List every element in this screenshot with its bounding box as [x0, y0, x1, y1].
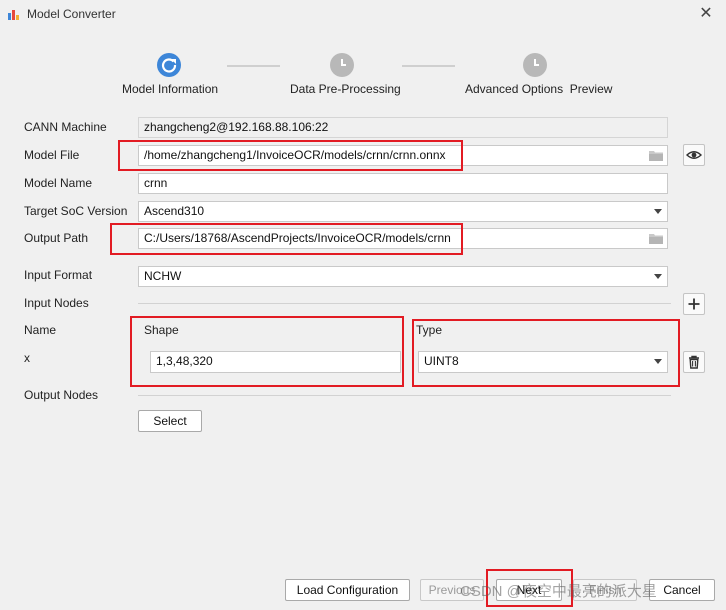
chevron-down-icon [654, 274, 662, 279]
type-highlight [412, 319, 680, 387]
cann-machine-field[interactable]: zhangcheng2@192.168.88.106:22 [138, 117, 668, 138]
select-output-button[interactable]: Select [138, 410, 202, 432]
output-nodes-divider [138, 395, 671, 396]
watermark: CSDN @夜空中最亮的派大星 [460, 583, 657, 600]
step-2-indicator [330, 53, 354, 77]
clock-icon [534, 59, 539, 66]
window-title: Model Converter [27, 7, 116, 21]
cancel-button[interactable]: Cancel [649, 579, 715, 601]
folder-icon[interactable] [649, 233, 663, 244]
step-connector [402, 65, 455, 67]
input-nodes-divider [138, 303, 671, 304]
chevron-down-icon [654, 209, 662, 214]
clock-icon [341, 59, 346, 66]
input-format-select[interactable]: NCHW [138, 266, 668, 287]
cann-machine-label: CANN Machine [24, 120, 107, 134]
plus-icon [688, 298, 700, 310]
show-password-button[interactable] [683, 144, 705, 166]
model-file-highlight [118, 140, 463, 171]
app-logo-icon [8, 10, 19, 20]
close-icon[interactable]: ✕ [697, 5, 715, 23]
trash-icon [689, 355, 699, 369]
input-format-label: Input Format [24, 268, 93, 282]
input-nodes-label: Input Nodes [24, 296, 89, 310]
step-connector [227, 65, 280, 67]
step-3-indicator [523, 53, 547, 77]
step-2-label[interactable]: Data Pre-Processing [290, 82, 401, 96]
delete-node-button[interactable] [683, 351, 705, 373]
step-1-indicator [157, 53, 181, 77]
output-nodes-label: Output Nodes [24, 388, 99, 402]
add-node-button[interactable] [683, 293, 705, 315]
name-column-header: Name [24, 323, 57, 337]
node-name-cell: x [24, 351, 30, 365]
target-soc-value: Ascend310 [144, 204, 205, 218]
input-format-value: NCHW [144, 269, 182, 283]
target-soc-select[interactable]: Ascend310 [138, 201, 668, 222]
output-path-highlight [110, 223, 463, 255]
folder-icon[interactable] [649, 150, 663, 161]
model-file-label: Model File [24, 148, 80, 162]
load-configuration-button[interactable]: Load Configuration [285, 579, 410, 601]
eye-icon [685, 151, 703, 159]
model-name-label: Model Name [24, 176, 93, 190]
refresh-icon [161, 58, 177, 73]
step-3-label[interactable]: Advanced Options Preview [465, 82, 612, 96]
shape-highlight [130, 316, 404, 387]
model-name-input[interactable]: crnn [138, 173, 668, 194]
target-soc-label: Target SoC Version [24, 204, 128, 218]
step-1-label[interactable]: Model Information [122, 82, 218, 96]
output-path-label: Output Path [24, 231, 89, 245]
